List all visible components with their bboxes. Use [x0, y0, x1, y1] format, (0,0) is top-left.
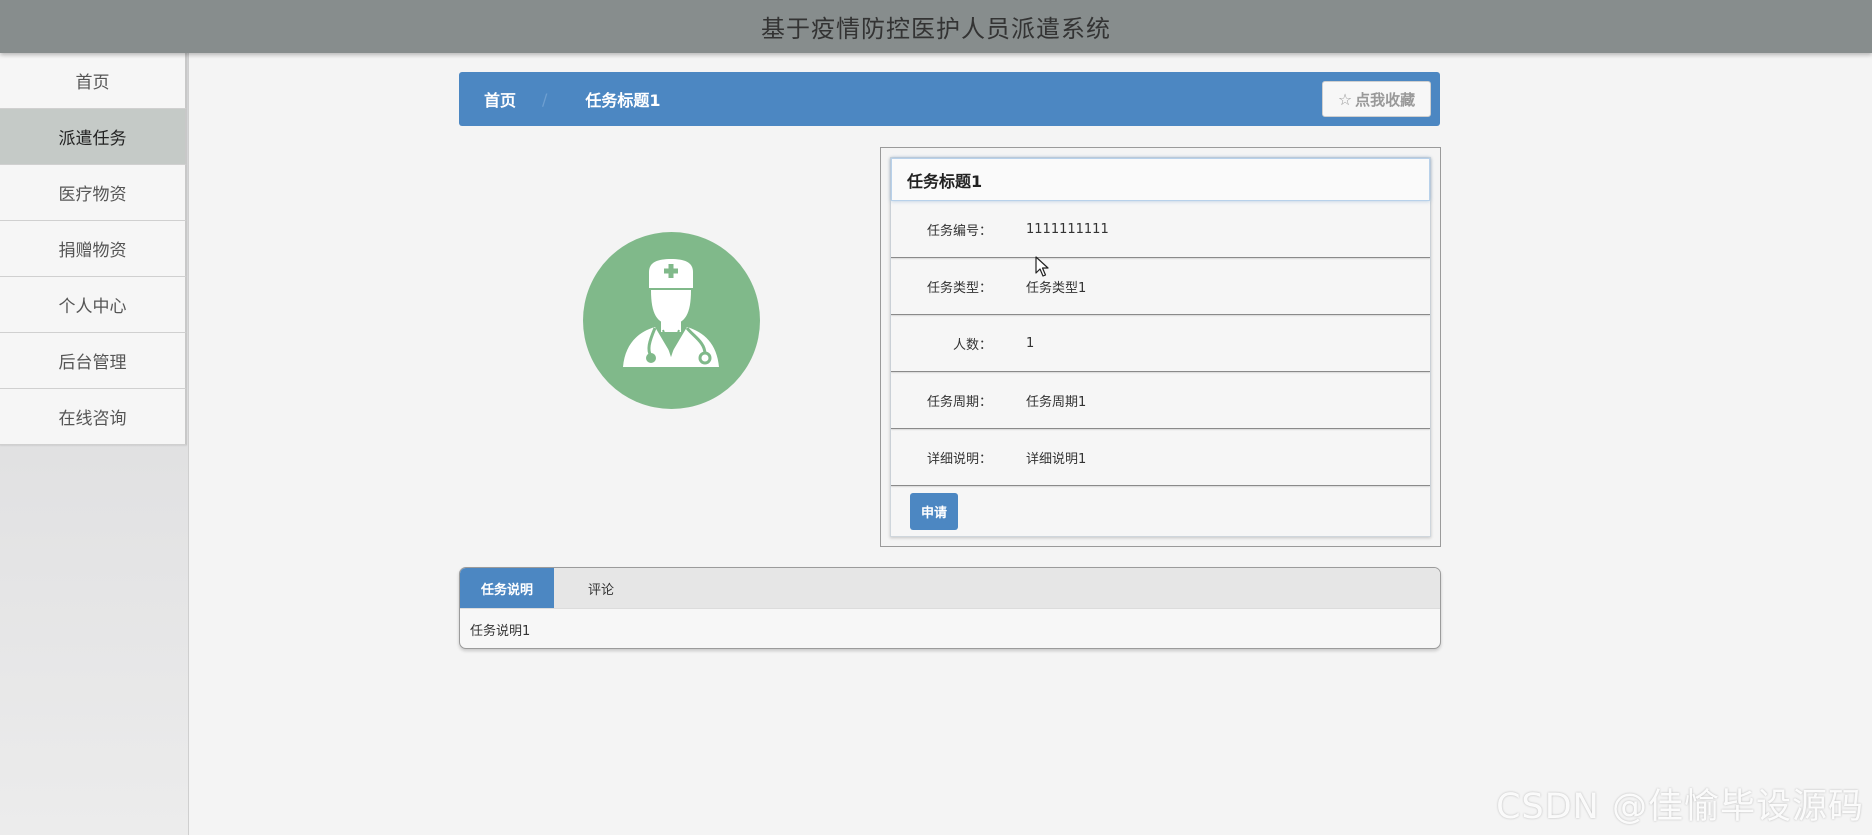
apply-button[interactable]: 申请 [910, 492, 958, 530]
detail-label: 任务类型： [926, 280, 992, 296]
detail-value: 详细说明1 [1026, 451, 1087, 467]
favorite-button[interactable]: ☆ 点我收藏 [1322, 81, 1431, 117]
detail-row-task-period: 任务周期： 任务周期1 [891, 372, 1430, 429]
favorite-button-label: 点我收藏 [1355, 90, 1416, 109]
detail-row-description: 详细说明： 详细说明1 [891, 429, 1430, 486]
sidebar: 首页 派遣任务 医疗物资 捐赠物资 个人中心 后台管理 在线咨询 [0, 53, 189, 835]
task-tabs-panel: 任务说明 评论 任务说明1 [459, 567, 1441, 649]
tab-content: 任务说明1 [470, 624, 531, 639]
watermark: CSDN @佳愉毕设源码 [1496, 787, 1864, 827]
doctor-avatar [583, 232, 760, 409]
site-title: 基于疫情防控医护人员派遣系统 [761, 15, 1111, 43]
star-outline-icon: ☆ [1337, 89, 1353, 109]
tab-task-description[interactable]: 任务说明 [460, 568, 554, 608]
task-detail-frame: 任务标题1 任务编号： 1111111111 任务类型： 任务类型1 人数： 1… [880, 147, 1441, 547]
detail-label: 详细说明： [926, 451, 992, 467]
task-detail-card: 任务标题1 任务编号： 1111111111 任务类型： 任务类型1 人数： 1… [890, 157, 1431, 537]
detail-value: 1111111111 [1026, 221, 1109, 237]
sidebar-item-medical-supplies[interactable]: 医疗物资 [0, 165, 187, 221]
breadcrumb-current: 任务标题1 [585, 91, 661, 110]
sidebar-item-admin[interactable]: 后台管理 [0, 333, 187, 389]
sidebar-item-dispatch-tasks[interactable]: 派遣任务 [0, 109, 187, 165]
detail-label: 任务编号： [926, 223, 992, 239]
tab-comments[interactable]: 评论 [554, 568, 648, 608]
top-header: 基于疫情防控医护人员派遣系统 [0, 0, 1872, 53]
task-title: 任务标题1 [891, 158, 1430, 201]
tab-bar: 任务说明 评论 [460, 568, 1440, 609]
detail-row-task-number: 任务编号： 1111111111 [891, 201, 1430, 258]
sidebar-item-personal-center[interactable]: 个人中心 [0, 277, 187, 333]
detail-row-headcount: 人数： 1 [891, 315, 1430, 372]
breadcrumb-home-link[interactable]: 首页 [484, 87, 516, 111]
detail-actions: 申请 [891, 486, 1430, 536]
sidebar-item-donated-supplies[interactable]: 捐赠物资 [0, 221, 187, 277]
detail-label: 人数： [952, 337, 992, 353]
sidebar-item-home[interactable]: 首页 [0, 53, 187, 109]
doctor-icon [623, 259, 719, 367]
breadcrumb: 首页 / 任务标题1 ☆ 点我收藏 [459, 72, 1440, 126]
breadcrumb-separator: / [542, 89, 548, 109]
mouse-cursor-icon [1035, 256, 1049, 277]
detail-value: 1 [1026, 335, 1035, 351]
detail-label: 任务周期： [926, 394, 992, 410]
sidebar-item-online-consult[interactable]: 在线咨询 [0, 389, 187, 445]
detail-value: 任务类型1 [1026, 280, 1087, 296]
detail-value: 任务周期1 [1026, 394, 1087, 410]
detail-row-task-type: 任务类型： 任务类型1 [891, 258, 1430, 315]
